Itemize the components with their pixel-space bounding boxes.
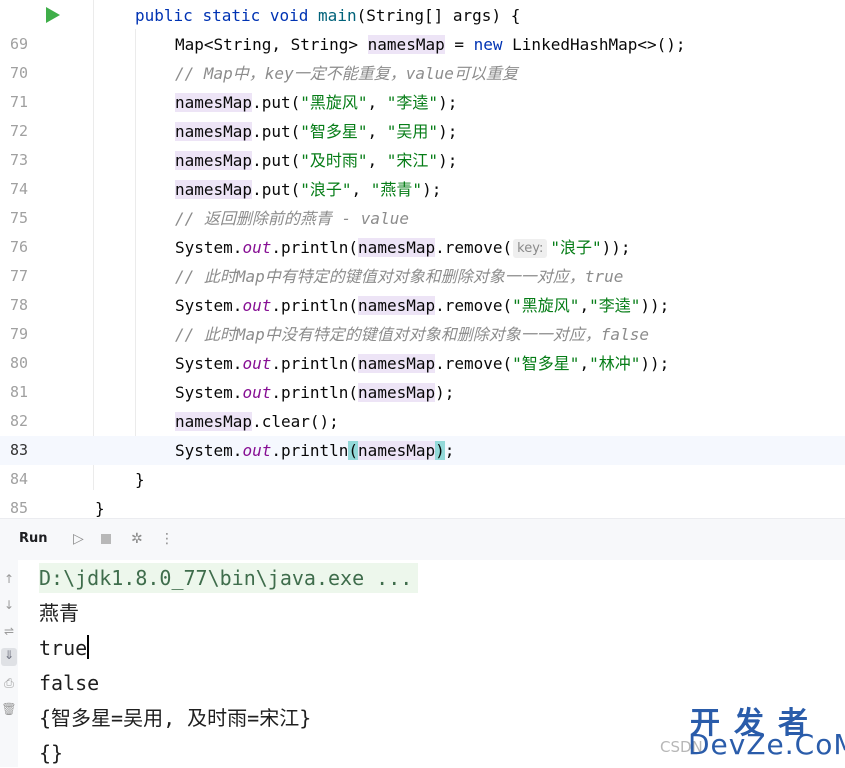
line-number: 81	[9, 383, 28, 401]
console-toolbar: ↑ ↓ ⇌ ⇓ ⎙ 🗑	[0, 560, 19, 767]
code-comment: // 此时Map中没有特定的键值对对象和删除对象一一对应，false	[175, 325, 649, 344]
console-line: 燕青	[39, 601, 79, 625]
paren-match: (	[348, 441, 359, 460]
trash-icon[interactable]: 🗑	[1, 702, 17, 716]
run-main-icon[interactable]	[46, 7, 60, 23]
code-text: System.out.println(namesMap.remove("智多星"…	[175, 354, 670, 373]
soft-wrap-icon[interactable]: ⇌	[1, 624, 17, 638]
code-line: 80 System.out.println(namesMap.remove("智…	[0, 349, 845, 378]
line-number: 70	[9, 64, 28, 82]
code-line: 81 System.out.println(namesMap);	[0, 378, 845, 407]
code-comment: // 此时Map中有特定的键值对对象和删除对象一一对应，true	[175, 267, 624, 286]
console-line: false	[39, 671, 100, 695]
code-editor[interactable]: public static void main(String[] args) {…	[0, 0, 845, 518]
line-number: 71	[9, 93, 28, 111]
code-line: public static void main(String[] args) {	[0, 1, 845, 30]
code-line: 73 namesMap.put("及时雨", "宋江");	[0, 146, 845, 175]
line-number: 77	[9, 267, 28, 285]
code-line: 71 namesMap.put("黑旋风", "李逵");	[0, 88, 845, 117]
code-text: public static void main(String[] args) {	[135, 6, 521, 25]
code-text: namesMap.put("及时雨", "宋江");	[175, 151, 458, 170]
console-line: true	[39, 635, 90, 660]
line-number: 72	[9, 122, 28, 140]
code-text: namesMap.clear();	[175, 412, 339, 431]
code-text: namesMap.put("智多星", "吴用");	[175, 122, 458, 141]
console-command-line: D:\jdk1.8.0_77\bin\java.exe ...	[39, 563, 419, 593]
watermark-logo-en: DevZe.CoM	[688, 728, 845, 761]
line-number: 69	[9, 35, 28, 53]
code-text: System.out.println(namesMap.remove(key: "…	[175, 238, 631, 258]
code-line: 70 // Map中，key一定不能重复，value可以重复	[0, 59, 845, 88]
param-hint: key:	[513, 239, 548, 258]
more-icon[interactable]: ⋮	[160, 530, 174, 548]
line-number: 85	[9, 499, 28, 517]
code-line: 82 namesMap.clear();	[0, 407, 845, 436]
stop-icon[interactable]	[101, 534, 111, 544]
line-number: 82	[9, 412, 28, 430]
console-line: {智多星=吴用, 及时雨=宋江}	[39, 706, 312, 730]
console-line: {}	[39, 741, 64, 765]
code-line: 72 namesMap.put("智多星", "吴用");	[0, 117, 845, 146]
code-text: }	[95, 499, 105, 518]
arrow-up-icon[interactable]: ↑	[1, 572, 17, 586]
code-line: 85 }	[0, 494, 845, 518]
code-text: namesMap.put("浪子", "燕青");	[175, 180, 442, 199]
line-number: 75	[9, 209, 28, 227]
run-tab[interactable]: Run	[19, 531, 48, 546]
print-icon[interactable]: ⎙	[1, 676, 17, 691]
line-number: 76	[9, 238, 28, 256]
code-comment: // Map中，key一定不能重复，value可以重复	[175, 64, 518, 83]
line-number: 84	[9, 470, 28, 488]
code-line: 78 System.out.println(namesMap.remove("黑…	[0, 291, 845, 320]
code-comment: // 返回删除前的燕青 - value	[175, 209, 409, 228]
code-line: 79 // 此时Map中没有特定的键值对对象和删除对象一一对应，false	[0, 320, 845, 349]
debug-icon[interactable]: ✲	[131, 530, 143, 548]
scroll-to-end-icon[interactable]: ⇓	[1, 648, 17, 666]
line-number: 73	[9, 151, 28, 169]
paren-match: )	[435, 441, 445, 460]
code-text: Map<String, String> namesMap = new Linke…	[175, 35, 686, 54]
code-line: 75 // 返回删除前的燕青 - value	[0, 204, 845, 233]
code-line-current: 83 System.out.println(namesMap);	[0, 436, 845, 465]
code-line: 74 namesMap.put("浪子", "燕青");	[0, 175, 845, 204]
arrow-down-icon[interactable]: ↓	[1, 598, 17, 612]
text-caret	[87, 635, 90, 659]
line-number: 78	[9, 296, 28, 314]
code-text: }	[135, 470, 145, 489]
code-text: System.out.println(namesMap.remove("黑旋风"…	[175, 296, 670, 315]
code-text: System.out.println(namesMap);	[175, 383, 455, 402]
line-number: 74	[9, 180, 28, 198]
code-line: 69 Map<String, String> namesMap = new Li…	[0, 30, 845, 59]
code-line: 84 }	[0, 465, 845, 494]
code-text: namesMap.put("黑旋风", "李逵");	[175, 93, 458, 112]
code-text: System.out.println(namesMap);	[175, 441, 455, 460]
line-number: 83	[9, 441, 28, 459]
code-line: 77 // 此时Map中有特定的键值对对象和删除对象一一对应，true	[0, 262, 845, 291]
play-icon[interactable]: ▷	[73, 530, 84, 548]
line-number: 79	[9, 325, 28, 343]
line-number: 80	[9, 354, 28, 372]
code-line: 76 System.out.println(namesMap.remove(ke…	[0, 233, 845, 262]
run-toolwindow-header: Run ▷ ✲ ⋮	[0, 518, 845, 562]
